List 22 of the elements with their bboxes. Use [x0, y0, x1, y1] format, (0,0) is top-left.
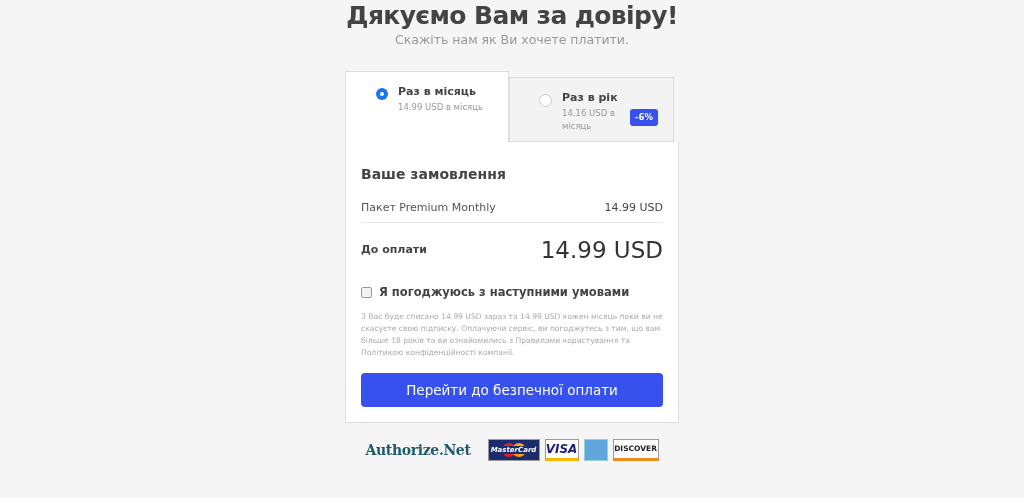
plan-tab[interactable]: Раз в місяць 14.99 USD в місяць — [345, 70, 509, 142]
agree-label: Я погоджуюсь з наступними умовами — [379, 283, 630, 301]
pay-button[interactable]: Перейти до безпечної оплати — [361, 373, 663, 407]
plan-price: 14.16 USD в місяць — [562, 107, 616, 134]
agree-checkbox[interactable] — [361, 286, 372, 298]
gateway-logo: Authorize.Net — [365, 440, 471, 460]
card-logo — [583, 439, 608, 461]
plan-name: Раз в рік — [562, 89, 619, 106]
item-price: 14.99 USD — [604, 199, 663, 216]
plan-name: Раз в місяць — [398, 83, 477, 100]
total-label: До оплати — [361, 242, 427, 259]
plan-price: 14.99 USD в місяць — [398, 101, 483, 115]
radio-button[interactable] — [376, 87, 388, 100]
page-title: Дякуємо Вам за довіру! — [346, 1, 678, 31]
item-name: Пакет Premium Monthly — [361, 199, 496, 216]
order-heading: Ваше замовлення — [361, 164, 507, 184]
total-amount: 14.99 USD — [540, 236, 663, 266]
radio-button[interactable] — [539, 93, 552, 107]
discount-badge: -6% — [630, 108, 658, 126]
page-subtitle: Скажіть нам як Ви хочете платити. — [395, 31, 629, 49]
plan-tab[interactable]: Раз в рік 14.16 USD в місяць -6% — [509, 76, 674, 142]
visa-logo: VISA — [544, 439, 579, 461]
